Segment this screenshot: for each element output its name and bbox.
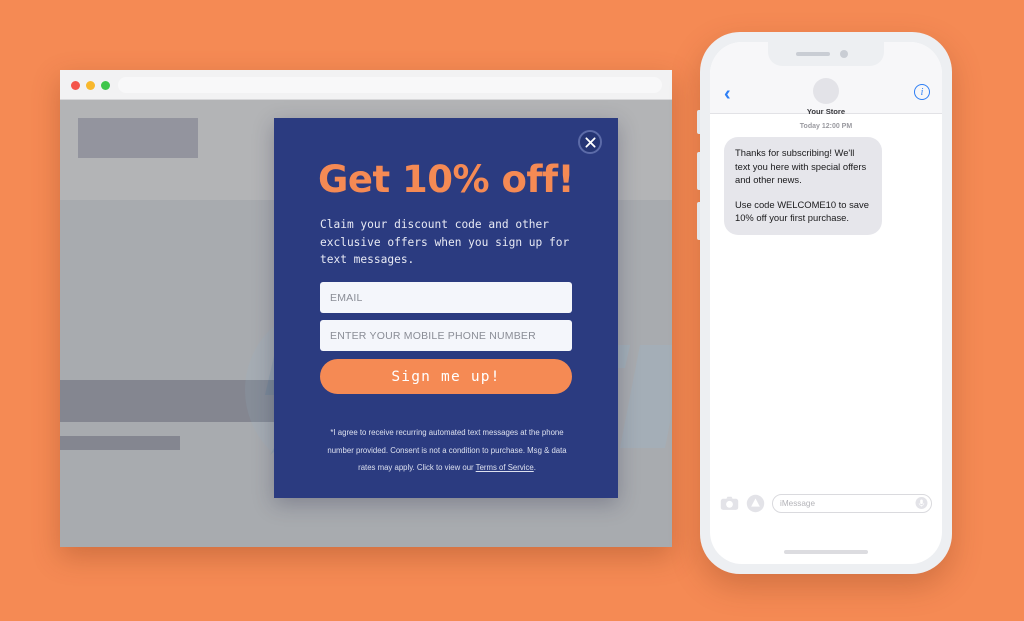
home-indicator[interactable]: [784, 550, 868, 554]
microphone-icon[interactable]: [915, 497, 928, 510]
email-placeholder-text: EMAIL: [330, 291, 363, 304]
avatar[interactable]: [813, 78, 839, 104]
terms-of-service-link[interactable]: Terms of Service: [476, 463, 534, 472]
app-store-icon[interactable]: [746, 494, 765, 513]
phone-screen: ‹ i Your Store Today 12:00 PM Thanks for…: [710, 42, 942, 564]
imessage-text-input[interactable]: iMessage: [772, 493, 932, 513]
phone-notch: [768, 42, 884, 66]
camera-icon[interactable]: [720, 494, 739, 513]
window-zoom-dot[interactable]: [101, 81, 110, 90]
email-input[interactable]: EMAIL: [320, 282, 572, 313]
browser-titlebar: [60, 70, 672, 100]
phone-mockup: ‹ i Your Store Today 12:00 PM Thanks for…: [697, 32, 952, 574]
imessage-placeholder-text: iMessage: [780, 498, 816, 508]
front-camera-icon: [840, 50, 848, 58]
info-icon[interactable]: i: [914, 84, 930, 100]
phone-placeholder-text: ENTER YOUR MOBILE PHONE NUMBER: [330, 329, 536, 342]
window-minimize-dot[interactable]: [86, 81, 95, 90]
message-paragraph: Use code WELCOME10 to save 10% off your …: [735, 198, 869, 224]
contact-name: Your Store: [806, 107, 846, 116]
message-paragraph: Thanks for subscribing! We'll text you h…: [735, 147, 867, 185]
signup-modal: Get 10% off! Claim your discount code an…: [274, 118, 618, 498]
message-timestamp: Today 12:00 PM: [799, 123, 853, 130]
phone-input[interactable]: ENTER YOUR MOBILE PHONE NUMBER: [320, 320, 572, 351]
imessage-input-bar: iMessage: [710, 486, 942, 520]
message-bubble: Thanks for subscribing! We'll text you h…: [724, 137, 882, 236]
page-placeholder-block-hero: [78, 118, 198, 158]
browser-url-bar[interactable]: [118, 77, 662, 93]
phone-volume-down-button[interactable]: [697, 202, 700, 240]
screenshot-root: Get 10% off! Claim your discount code an…: [0, 0, 1024, 621]
phone-silent-switch[interactable]: [697, 110, 700, 134]
modal-headline: Get 10% off!: [318, 158, 574, 201]
phone-volume-up-button[interactable]: [697, 152, 700, 190]
window-close-dot[interactable]: [71, 81, 80, 90]
modal-subtitle: Claim your discount code and other exclu…: [320, 218, 570, 266]
earpiece-speaker-icon: [796, 52, 830, 56]
signup-submit-button[interactable]: Sign me up!: [320, 359, 572, 394]
consent-fineprint: *I agree to receive recurring automated …: [318, 424, 576, 477]
page-placeholder-block-small: [60, 436, 180, 450]
back-chevron-icon[interactable]: ‹: [724, 84, 731, 104]
fineprint-tail-text: .: [533, 463, 536, 472]
close-icon[interactable]: [578, 130, 602, 154]
